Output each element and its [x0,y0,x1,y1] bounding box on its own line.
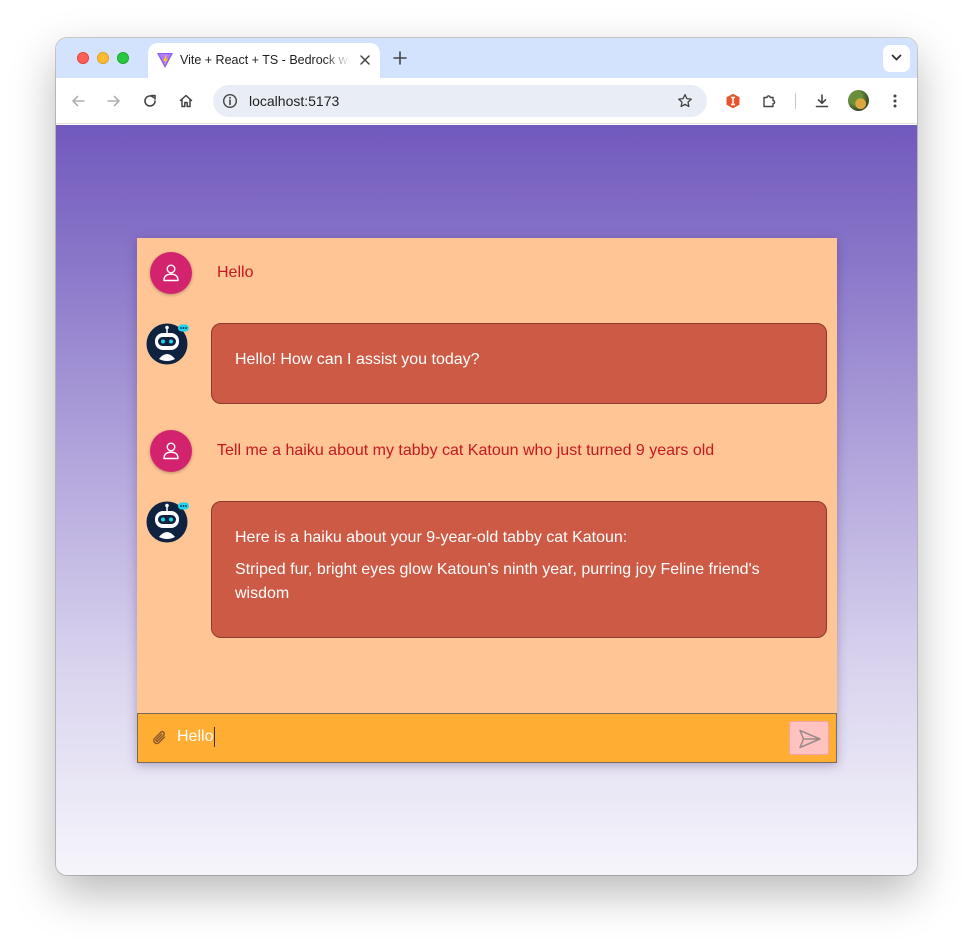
robot-avatar-icon [146,323,189,365]
tab-search-button[interactable] [883,45,910,72]
user-avatar [150,252,192,294]
back-icon[interactable] [70,93,86,109]
vite-favicon-icon [157,53,173,68]
user-message: Tell me a haiku about my tabby cat Katou… [137,430,837,490]
paperclip-icon[interactable] [150,728,170,748]
more-menu-icon[interactable] [887,93,903,109]
bookmark-star-icon[interactable] [677,93,693,109]
assistant-haiku-text: Striped fur, bright eyes glow Katoun's n… [235,561,760,602]
close-tab-icon[interactable] [359,54,371,66]
page-viewport: Hello Hello! How can I assist you today? [56,125,917,875]
forward-icon[interactable] [106,93,122,109]
site-info-icon[interactable] [222,93,238,109]
send-icon [799,729,821,749]
minimize-window-button[interactable] [97,52,109,64]
assistant-message-bubble: Here is a haiku about your 9-year-old ta… [211,501,827,638]
toolbar-divider [795,93,796,109]
user-icon [163,264,179,282]
tab-strip: Vite + React + TS - Bedrock with React [56,38,917,78]
message-input[interactable]: Hello [177,727,216,747]
user-message: Hello [137,252,837,312]
message-composer: Hello [137,713,837,763]
tab-title: Vite + React + TS - Bedrock with React [180,53,350,67]
zoom-window-button[interactable] [117,52,129,64]
chevron-down-icon [891,54,902,61]
browser-window: Vite + React + TS - Bedrock with React [56,38,917,875]
new-tab-icon[interactable] [392,50,408,66]
user-message-text: Tell me a haiku about my tabby cat Katou… [217,442,715,459]
user-message-text: Hello [217,264,254,281]
home-icon[interactable] [178,93,194,109]
address-bar[interactable]: localhost:5173 [213,85,707,117]
chat-container: Hello Hello! How can I assist you today? [137,238,837,763]
browser-toolbar: localhost:5173 [56,78,917,124]
user-icon [163,442,179,460]
reload-icon[interactable] [142,93,158,109]
user-avatar [150,430,192,472]
profile-avatar[interactable] [848,90,869,111]
robot-avatar-icon [146,501,189,543]
url-text: localhost:5173 [249,93,340,109]
extensions-puzzle-icon[interactable] [761,93,777,109]
send-button[interactable] [789,721,829,755]
assistant-message-bubble: Hello! How can I assist you today? [211,323,827,404]
assistant-message-text: Hello! How can I assist you today? [235,351,480,368]
extension-shield-icon[interactable] [725,93,741,109]
close-window-button[interactable] [77,52,89,64]
tab-active[interactable]: Vite + React + TS - Bedrock with React [148,43,380,78]
download-icon[interactable] [814,93,830,109]
assistant-message-text: Here is a haiku about your 9-year-old ta… [235,529,628,546]
